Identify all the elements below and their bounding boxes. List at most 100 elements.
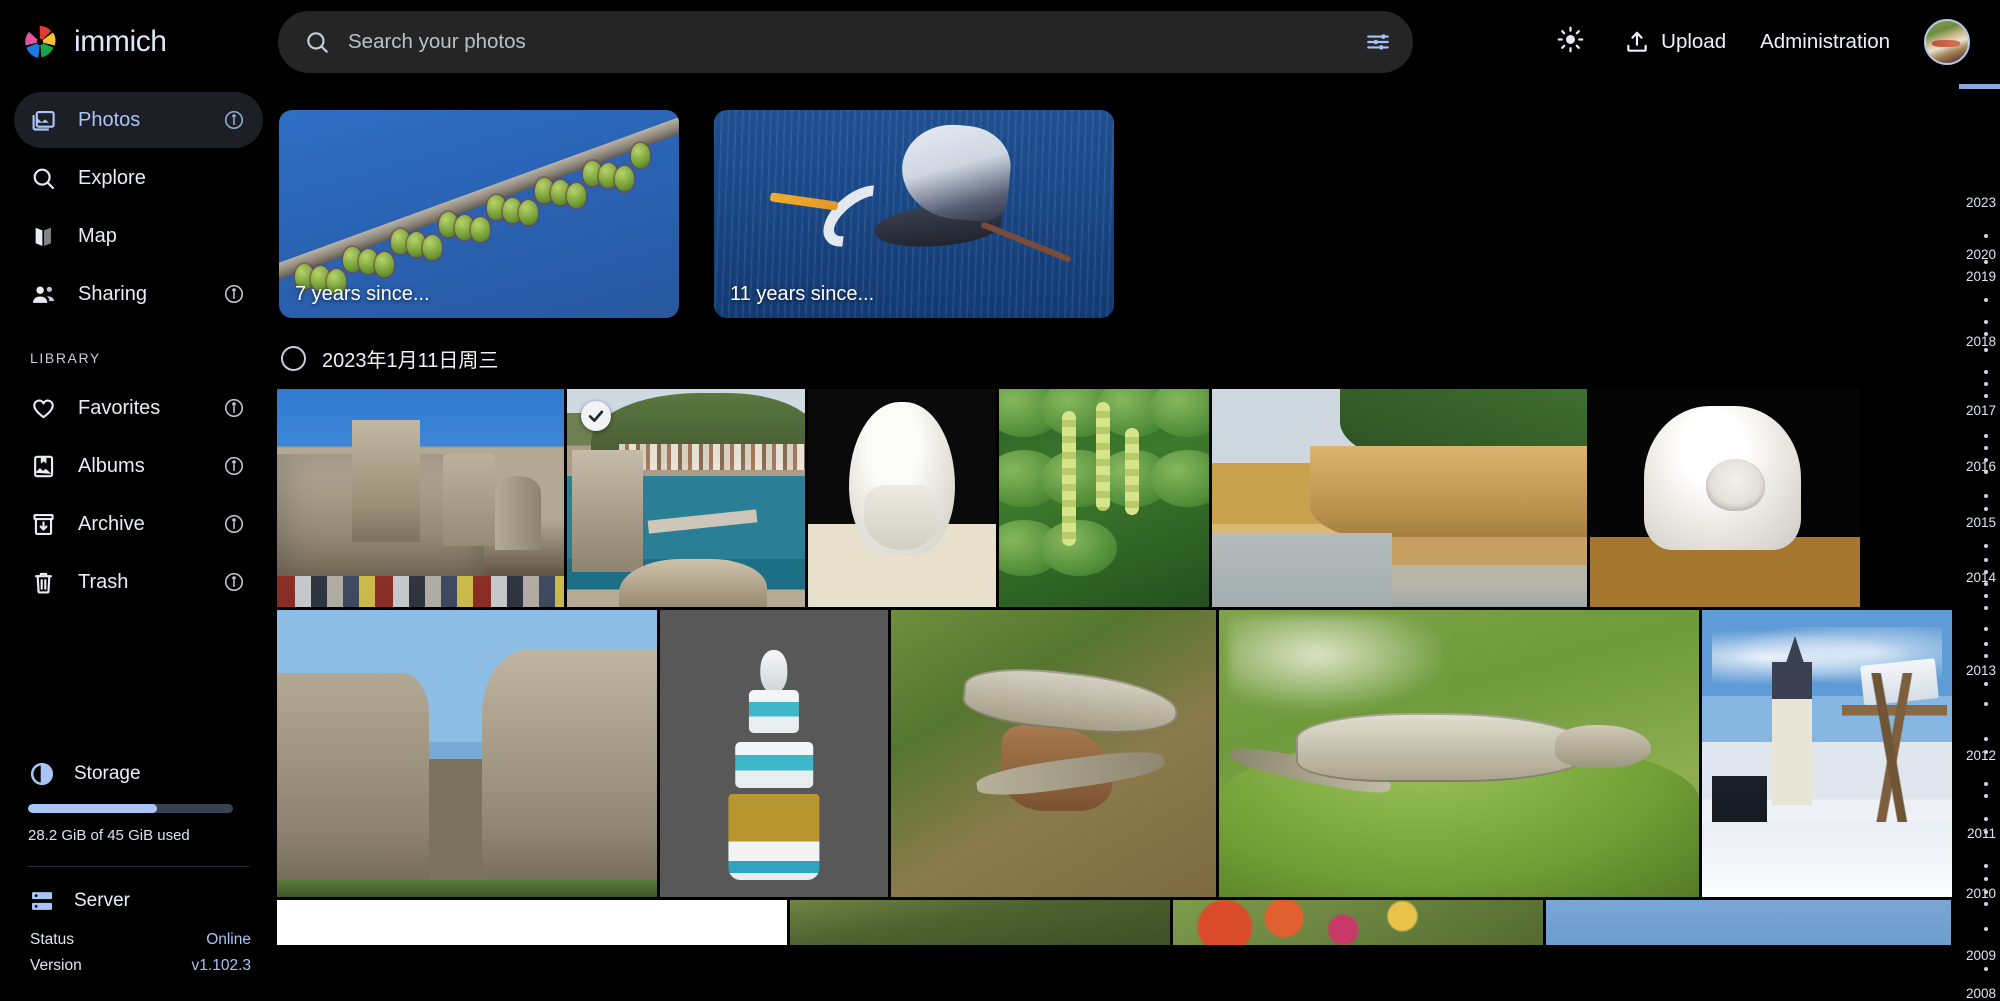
- photo-thumbnail-selected[interactable]: [567, 389, 805, 607]
- scrubber-year-label[interactable]: 2020: [1966, 246, 1996, 264]
- info-icon[interactable]: [223, 513, 245, 535]
- scrubber-year-label[interactable]: 2012: [1966, 747, 1996, 765]
- scrubber-year-label[interactable]: 2009: [1966, 947, 1996, 965]
- scrubber-month-dot[interactable]: [1984, 348, 1988, 352]
- photo-thumbnail[interactable]: [277, 610, 657, 897]
- scrubber-month-dot[interactable]: [1984, 794, 1988, 798]
- scrubber-month-dot[interactable]: [1984, 737, 1988, 741]
- memory-card[interactable]: 11 years since...: [714, 110, 1114, 318]
- scrubber-month-dot[interactable]: [1984, 830, 1988, 834]
- scrubber-month-dot[interactable]: [1984, 877, 1988, 881]
- scrubber-year-label[interactable]: 2013: [1966, 662, 1996, 680]
- scrubber-month-dot[interactable]: [1984, 382, 1988, 386]
- scrubber-month-dot[interactable]: [1984, 458, 1988, 462]
- scrubber-month-dot[interactable]: [1984, 332, 1988, 336]
- scrubber-year-label[interactable]: 2017: [1966, 402, 1996, 420]
- scrubber-month-dot[interactable]: [1984, 890, 1988, 894]
- photo-thumbnail[interactable]: [1590, 389, 1860, 607]
- photo-thumbnail[interactable]: [808, 389, 996, 607]
- scrubber-year-label[interactable]: 2010: [1966, 885, 1996, 903]
- search-input[interactable]: [348, 30, 1347, 54]
- scrubber-month-dot[interactable]: [1984, 234, 1988, 238]
- photo-thumbnail[interactable]: [999, 389, 1209, 607]
- scrubber-month-dot[interactable]: [1984, 320, 1988, 324]
- photo-thumbnail[interactable]: [1212, 389, 1587, 607]
- photo-thumbnail[interactable]: [660, 610, 888, 897]
- administration-link[interactable]: Administration: [1760, 30, 1890, 54]
- search-filter-icon[interactable]: [1365, 29, 1391, 55]
- memory-card[interactable]: 7 years since...: [279, 110, 679, 318]
- scrubber-month-dot[interactable]: [1984, 434, 1988, 438]
- photo-thumbnail[interactable]: [277, 389, 564, 607]
- scrubber-month-dot[interactable]: [1984, 558, 1988, 562]
- timeline-scroll-area[interactable]: 7 years since... 11 years since... 2023年1…: [277, 84, 1959, 1001]
- scrubber-month-dot[interactable]: [1984, 927, 1988, 931]
- scrubber-month-dot[interactable]: [1984, 902, 1988, 906]
- scrubber-month-dot[interactable]: [1984, 446, 1988, 450]
- server-panel: Server Status Online Version v1.102.3: [0, 867, 277, 1001]
- photo-thumbnail[interactable]: [1546, 900, 1951, 945]
- timeline-scrubber[interactable]: 2023 2020 2019 2018 2017 2016 2015 2014 2013 2012…: [1959, 84, 2000, 1001]
- scrubber-month-dot[interactable]: [1984, 864, 1988, 868]
- scrubber-month-dot[interactable]: [1984, 654, 1988, 658]
- photo-thumbnail[interactable]: [1219, 610, 1699, 897]
- scrubber-year-label[interactable]: 2018: [1966, 333, 1996, 351]
- sidebar-item-trash[interactable]: Trash: [14, 554, 263, 610]
- photo-thumbnail[interactable]: [1173, 900, 1543, 945]
- scrubber-month-dot[interactable]: [1984, 594, 1988, 598]
- upload-button[interactable]: Upload: [1624, 29, 1726, 55]
- scrubber-year-label[interactable]: 2014: [1966, 569, 1996, 587]
- scrubber-month-dot[interactable]: [1984, 544, 1988, 548]
- scrubber-month-dot[interactable]: [1984, 967, 1988, 971]
- storage-panel[interactable]: Storage 28.2 GiB of 45 GiB used: [0, 760, 277, 844]
- photo-thumbnail[interactable]: [790, 900, 1170, 945]
- scrubber-year-label[interactable]: 2023: [1966, 194, 1996, 212]
- sidebar-item-photos[interactable]: Photos: [14, 92, 263, 148]
- year-text: 2012: [1965, 748, 1996, 763]
- sidebar-item-archive[interactable]: Archive: [14, 496, 263, 552]
- scrubber-year-label[interactable]: 2008: [1966, 985, 1996, 1001]
- scrubber-month-dot[interactable]: [1984, 817, 1988, 821]
- brand-logo-link[interactable]: immich: [18, 20, 278, 64]
- scrubber-year-label[interactable]: 2016: [1966, 458, 1996, 476]
- photo-thumbnail[interactable]: [277, 900, 787, 945]
- scrubber-year-label[interactable]: 2011: [1967, 825, 1996, 843]
- photo-grid: [277, 389, 1959, 945]
- info-icon[interactable]: [223, 109, 245, 131]
- search-bar[interactable]: [278, 11, 1413, 73]
- scrubber-month-dot[interactable]: [1984, 494, 1988, 498]
- info-icon[interactable]: [223, 397, 245, 419]
- scrubber-month-dot[interactable]: [1984, 627, 1988, 631]
- scrubber-year-label[interactable]: 2015: [1966, 514, 1996, 532]
- selection-circle-icon[interactable]: [281, 346, 306, 371]
- scrubber-month-dot[interactable]: [1984, 570, 1988, 574]
- scrubber-year-label[interactable]: 2019: [1966, 268, 1996, 286]
- scrubber-month-dot[interactable]: [1984, 782, 1988, 786]
- scrubber-month-dot[interactable]: [1984, 606, 1988, 610]
- scrubber-month-dot[interactable]: [1984, 682, 1988, 686]
- scrubber-month-dot[interactable]: [1984, 260, 1988, 264]
- sidebar-item-explore[interactable]: Explore: [14, 150, 263, 206]
- scrubber-month-dot[interactable]: [1984, 298, 1988, 302]
- selected-check-icon[interactable]: [581, 401, 611, 431]
- photo-thumbnail[interactable]: [891, 610, 1216, 897]
- sidebar-item-map[interactable]: Map: [14, 208, 263, 264]
- scrubber-month-dot[interactable]: [1984, 750, 1988, 754]
- scrubber-month-dot[interactable]: [1984, 370, 1988, 374]
- info-icon[interactable]: [223, 283, 245, 305]
- sidebar-item-favorites[interactable]: Favorites: [14, 380, 263, 436]
- sidebar-item-albums[interactable]: Albums: [14, 438, 263, 494]
- scrubber-position-indicator[interactable]: [1959, 84, 2000, 89]
- theme-toggle-button[interactable]: [1550, 22, 1590, 62]
- photo-thumbnail[interactable]: [1702, 610, 1952, 897]
- scrubber-month-dot[interactable]: [1984, 702, 1988, 706]
- info-icon[interactable]: [223, 571, 245, 593]
- user-avatar[interactable]: [1924, 19, 1970, 65]
- info-icon[interactable]: [223, 455, 245, 477]
- scrubber-month-dot[interactable]: [1984, 470, 1988, 474]
- scrubber-month-dot[interactable]: [1984, 507, 1988, 511]
- sidebar-item-sharing[interactable]: Sharing: [14, 266, 263, 322]
- scrubber-month-dot[interactable]: [1984, 394, 1988, 398]
- scrubber-month-dot[interactable]: [1984, 582, 1988, 586]
- scrubber-month-dot[interactable]: [1984, 642, 1988, 646]
